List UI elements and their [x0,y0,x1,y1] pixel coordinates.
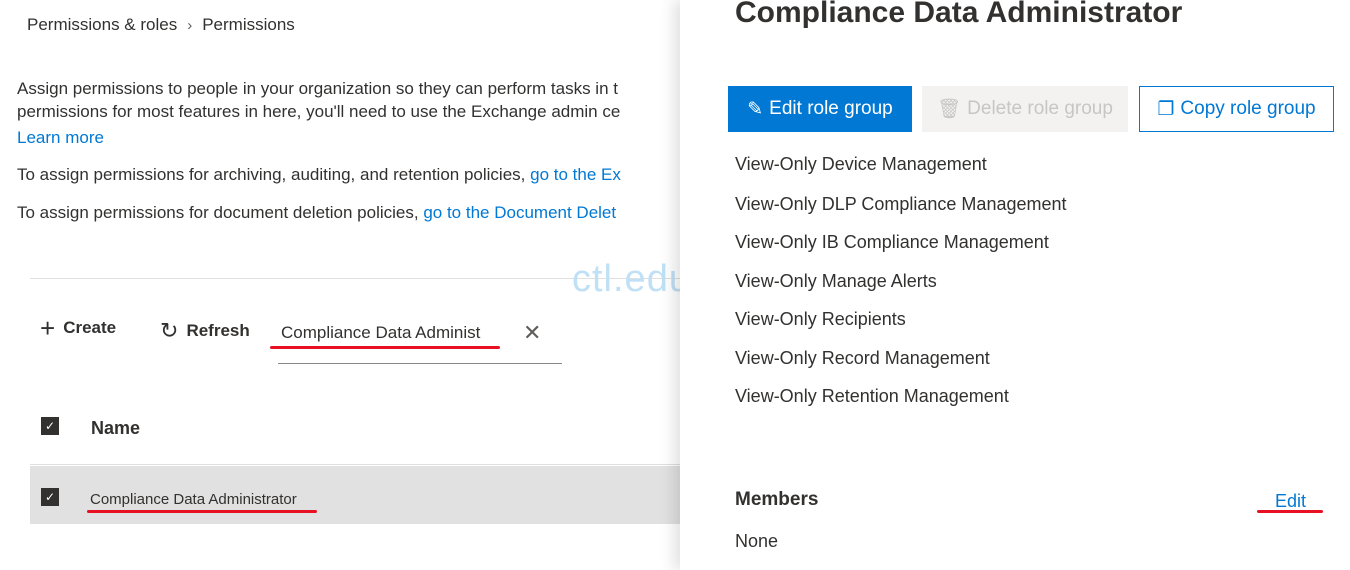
table-row[interactable]: ✓ Compliance Data Administrator [30,466,690,524]
members-heading: Members [735,489,819,510]
highlight-underline [1257,510,1323,513]
header-divider [30,464,690,465]
refresh-icon: ↻ [160,318,179,343]
role-item: View-Only DLP Compliance Management [735,194,1067,214]
copy-label: Copy role group [1180,98,1316,119]
edit-role-group-button[interactable]: ✎ Edit role group [728,86,912,132]
role-item: View-Only Record Management [735,348,990,368]
refresh-button[interactable]: ↻ Refresh [160,318,250,344]
close-icon[interactable]: ✕ [523,320,541,346]
edit-label: Edit role group [769,98,893,119]
pencil-icon: ✎ [747,98,764,120]
create-button[interactable]: + Create [40,313,117,343]
breadcrumb: Permissions & roles › Permissions [27,15,295,35]
highlight-underline [270,346,500,349]
deletion-link[interactable]: go to the Document Delet [423,203,616,222]
column-header-name[interactable]: Name [91,418,140,439]
trash-icon: 🗑 [937,99,962,120]
role-group-details-panel: Compliance Data Administrator ✎ Edit role… [680,0,1350,570]
learn-more-link[interactable]: Learn more [17,128,104,147]
archiving-text: To assign permissions for archiving, aud… [17,165,531,184]
refresh-label: Refresh [186,321,250,340]
highlight-underline [87,510,317,513]
breadcrumb-permissions: Permissions [202,15,295,34]
row-name[interactable]: Compliance Data Administrator [90,491,297,508]
role-item: View-Only Recipients [735,309,906,329]
select-all-checkbox[interactable]: ✓ [41,417,59,435]
intro-line-1: Assign permissions to people in your org… [17,79,618,98]
copy-role-group-button[interactable]: ❐ Copy role group [1139,86,1334,132]
panel-title: Compliance Data Administrator [735,0,1183,29]
delete-label: Delete role group [967,98,1113,119]
archiving-link[interactable]: go to the Ex [530,165,621,184]
delete-role-group-button[interactable]: 🗑 Delete role group [922,86,1128,132]
deletion-text: To assign permissions for document delet… [17,203,424,222]
divider [30,278,690,279]
create-label: Create [63,318,117,337]
role-item: View-Only Retention Management [735,386,1009,406]
role-item: View-Only Manage Alerts [735,271,937,291]
copy-icon: ❐ [1157,98,1175,120]
members-edit-link[interactable]: Edit [1275,491,1306,512]
roles-list: View-Only Device Management View-Only DL… [680,142,1350,422]
intro-line-2: permissions for most features in here, y… [17,102,621,121]
role-item: View-Only Device Management [735,154,987,174]
breadcrumb-permissions-roles[interactable]: Permissions & roles [27,15,177,35]
role-item: View-Only IB Compliance Management [735,232,1049,252]
search-input[interactable]: Compliance Data Administ ✕ [278,318,562,364]
search-value: Compliance Data Administ [281,323,481,342]
chevron-right-icon: › [187,16,193,34]
plus-icon: + [40,313,56,343]
members-value: None [735,531,779,551]
row-checkbox[interactable]: ✓ [41,488,59,506]
